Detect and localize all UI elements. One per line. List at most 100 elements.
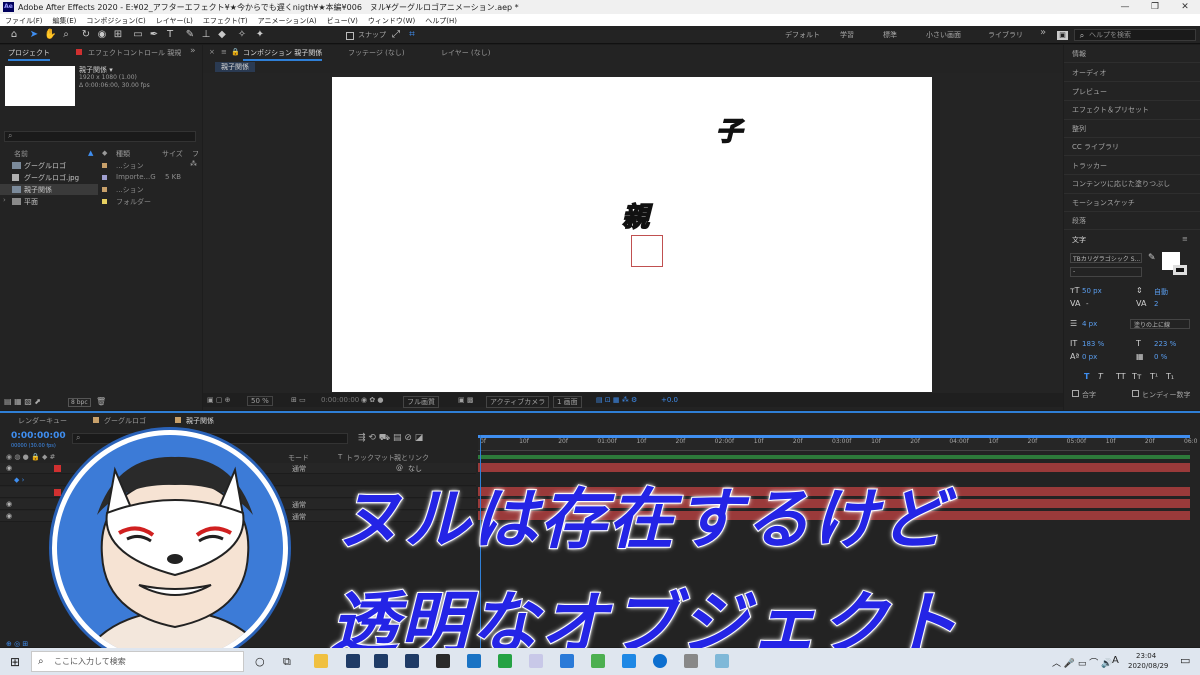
superscript-button[interactable]: T¹ xyxy=(1150,372,1158,381)
search-panel-icon[interactable]: ▣ xyxy=(1057,31,1068,40)
taskbar-app-icon[interactable] xyxy=(529,654,543,668)
flowchart-icon[interactable]: ⁂ xyxy=(190,160,197,168)
project-item-selected[interactable]: 親子関係 xyxy=(0,184,98,195)
clock-time[interactable]: 23:04 xyxy=(1136,652,1156,660)
menu-icon[interactable]: ≡ xyxy=(221,48,227,56)
panel-preview[interactable]: プレビュー xyxy=(1072,87,1107,97)
taskbar-app-icon[interactable] xyxy=(346,654,360,668)
tab-google-logo[interactable]: グーグルロゴ xyxy=(104,416,146,426)
tab-parent-child[interactable]: 親子関係 xyxy=(186,416,214,426)
close-tab-icon[interactable]: × xyxy=(209,48,215,56)
camera-dropdown[interactable]: アクティブカメラ xyxy=(486,396,550,408)
workspace-small-screen[interactable]: 小さい画面 xyxy=(926,30,961,40)
snap-target-icon[interactable]: ⌗ xyxy=(406,29,418,41)
home-icon[interactable]: ⌂ xyxy=(8,29,20,41)
expand-arrow-icon[interactable]: › xyxy=(3,196,6,204)
tracking-value[interactable]: 2 xyxy=(1154,300,1158,308)
column-size[interactable]: サイズ xyxy=(162,149,183,159)
grid-icons[interactable]: ⊞ ▭ xyxy=(291,396,306,404)
clone-stamp-tool-icon[interactable]: ⊥ xyxy=(200,29,212,41)
menu-file[interactable]: ファイル(F) xyxy=(0,14,48,26)
work-area-bar[interactable] xyxy=(478,435,1190,438)
panel-cc-libraries[interactable]: CC ライブラリ xyxy=(1072,142,1119,152)
camera-tool-icon[interactable]: ◉ xyxy=(96,29,108,41)
tray-icons[interactable]: ︿ 🎤 ▭ ⌒ 🔊 xyxy=(1052,656,1112,669)
microphone-app-icon[interactable] xyxy=(684,654,698,668)
lock-icon[interactable]: 🔒 xyxy=(231,48,240,56)
column-t[interactable]: T xyxy=(338,453,342,461)
tab-render-queue[interactable]: レンダーキュー xyxy=(18,416,67,426)
layer-duration-bar-green[interactable] xyxy=(478,455,1190,459)
keyframe-nav-icon[interactable]: ◆ › xyxy=(14,476,24,484)
project-search-input[interactable] xyxy=(4,131,196,142)
parent-text-layer[interactable]: 親 xyxy=(621,195,650,234)
visibility-icon[interactable]: ◉ xyxy=(6,512,12,520)
menu-edit[interactable]: 編集(E) xyxy=(48,14,82,26)
taskbar-app-icon[interactable] xyxy=(498,654,512,668)
windows-start-icon[interactable]: ⊞ xyxy=(10,655,20,669)
panel-align[interactable]: 整列 xyxy=(1072,124,1086,134)
tab-layer[interactable]: レイヤー (なし) xyxy=(441,48,490,58)
tab-composition[interactable]: コンポジション 親子関係 xyxy=(243,48,323,61)
leading-value[interactable]: 自動 xyxy=(1154,287,1168,297)
maximize-button[interactable]: ❐ xyxy=(1140,0,1170,14)
tab-effect-controls[interactable]: エフェクトコントロール 親規 xyxy=(88,48,181,58)
visibility-icon[interactable]: ◉ xyxy=(6,500,12,508)
snapshot-icons[interactable]: ◉ ✿ ● xyxy=(361,396,384,404)
taskbar-app-icon[interactable] xyxy=(715,654,729,668)
snap-options-icon[interactable]: ⤢ xyxy=(390,29,402,41)
baseline-shift-value[interactable]: 0 px xyxy=(1082,353,1097,361)
zoom-dropdown[interactable]: 50 % xyxy=(247,396,273,406)
task-view-icon[interactable]: ⧉ xyxy=(283,655,291,669)
font-style-dropdown[interactable]: - xyxy=(1070,267,1142,277)
tsume-value[interactable]: 0 % xyxy=(1154,353,1167,361)
taskbar-app-icon[interactable] xyxy=(436,654,450,668)
child-text-layer[interactable]: 子 xyxy=(715,111,743,148)
column-track-matte[interactable]: トラックマット xyxy=(346,453,395,463)
workspace-learn[interactable]: 学習 xyxy=(840,30,854,40)
selection-tool-icon[interactable]: ➤ xyxy=(28,29,40,41)
column-frame-rate[interactable]: フ xyxy=(192,149,199,159)
text-tool-icon[interactable]: T xyxy=(164,29,176,41)
taskbar-app-icon[interactable] xyxy=(622,654,636,668)
pan-behind-tool-icon[interactable]: ⊞ xyxy=(112,29,124,41)
sort-arrow-icon[interactable]: ▲ xyxy=(88,149,93,157)
project-item[interactable]: › 平面 フォルダー xyxy=(0,196,195,207)
layer-mode[interactable]: 通常 xyxy=(292,464,306,474)
timeline-footer-icons[interactable]: ⊕ ◎ ⊞ xyxy=(6,640,28,648)
layer-mode[interactable]: 通常 xyxy=(292,512,306,522)
cortana-icon[interactable]: ○ xyxy=(255,655,265,668)
panel-tracker[interactable]: トラッカー xyxy=(1072,161,1107,171)
panel-info[interactable]: 情報 xyxy=(1072,49,1086,59)
trash-icon[interactable]: 🗑 xyxy=(96,397,106,406)
menu-view[interactable]: ビュー(V) xyxy=(322,14,363,26)
stroke-width-value[interactable]: 4 px xyxy=(1082,320,1097,328)
comp-breadcrumb[interactable]: 親子関係 xyxy=(215,62,255,72)
menu-composition[interactable]: コンポジション(C) xyxy=(81,14,150,26)
bit-depth-button[interactable]: 8 bpc xyxy=(68,398,91,407)
rectangle-tool-icon[interactable]: ▭ xyxy=(132,29,144,41)
hand-tool-icon[interactable]: ✋ xyxy=(44,29,56,41)
roto-brush-tool-icon[interactable]: ✧ xyxy=(236,29,248,41)
project-item-selected-details[interactable]: ...ション xyxy=(98,184,194,195)
horizontal-scale-value[interactable]: 223 % xyxy=(1154,340,1176,348)
minimize-button[interactable]: — xyxy=(1110,0,1140,14)
brush-tool-icon[interactable]: ✎ xyxy=(184,29,196,41)
column-name[interactable]: 名前 xyxy=(14,149,28,159)
ligature-checkbox[interactable] xyxy=(1072,390,1079,397)
project-item[interactable]: グーグルロゴ ...ション ⁂ xyxy=(0,160,197,171)
region-icons[interactable]: ▣ ▩ xyxy=(458,396,473,404)
null-object-outline[interactable] xyxy=(631,235,663,267)
workspace-more-button[interactable]: » xyxy=(1040,27,1046,38)
stroke-mode-dropdown[interactable]: 塗りの上に線 xyxy=(1130,319,1190,329)
taskbar-app-icon[interactable] xyxy=(405,654,419,668)
taskbar-search-input[interactable]: ここに入力して検索 xyxy=(31,651,244,672)
help-search-input[interactable]: ヘルプを検索 xyxy=(1074,29,1196,41)
column-mode[interactable]: モード xyxy=(288,453,309,463)
eyedropper-icon[interactable]: ✎ xyxy=(1148,253,1156,263)
font-size-value[interactable]: 50 px xyxy=(1082,287,1102,295)
viewer-toggle-icons[interactable]: ▣ ▢ ⊕ xyxy=(207,396,231,404)
menu-window[interactable]: ウィンドウ(W) xyxy=(363,14,420,26)
workspace-standard[interactable]: 標準 xyxy=(883,30,897,40)
all-caps-button[interactable]: TT xyxy=(1116,372,1126,381)
